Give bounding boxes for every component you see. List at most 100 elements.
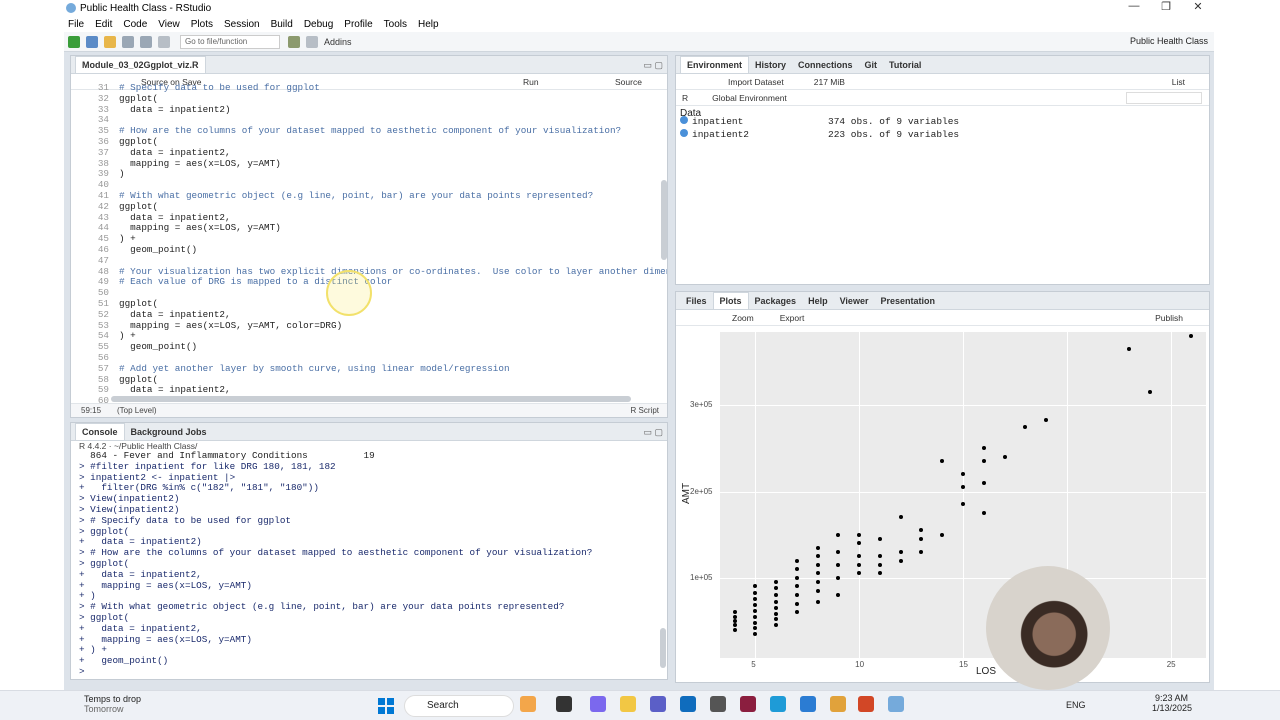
print-icon[interactable] <box>158 35 170 48</box>
tab-help[interactable]: Help <box>802 293 834 309</box>
menu-profile[interactable]: Profile <box>344 19 372 30</box>
onedrive-icon[interactable] <box>800 696 816 712</box>
save-icon[interactable] <box>122 35 134 48</box>
menu-code[interactable]: Code <box>123 19 147 30</box>
file-type[interactable]: R Script <box>631 406 659 415</box>
expand-icon[interactable] <box>680 116 688 124</box>
new-project-icon[interactable] <box>86 35 98 48</box>
save-all-icon[interactable] <box>140 35 152 48</box>
tab-viewer[interactable]: Viewer <box>834 293 875 309</box>
env-search-input[interactable] <box>1126 91 1202 104</box>
tab-history[interactable]: History <box>749 57 792 73</box>
menu-help[interactable]: Help <box>418 19 439 30</box>
code-line[interactable]: mapping = aes(x=LOS, y=AMT) <box>119 158 281 170</box>
task-view-icon[interactable] <box>556 696 572 712</box>
code-area[interactable]: 31 # Specify data to be used for ggplot 32… <box>71 83 667 403</box>
tab-tutorial[interactable]: Tutorial <box>883 57 927 73</box>
pane-maximize-icon[interactable]: ▭ ▢ <box>643 60 663 71</box>
code-line[interactable]: mapping = aes(x=LOS, y=AMT) <box>119 223 281 234</box>
chrome-icon[interactable] <box>830 696 846 712</box>
code-line[interactable]: # Add yet another layer by smooth curve,… <box>119 363 510 375</box>
data-point <box>857 541 862 546</box>
code-line[interactable]: data = inpatient2) <box>119 104 230 116</box>
data-point <box>981 511 986 516</box>
clock[interactable]: 9:23 AM 1/13/2025 <box>1152 693 1192 713</box>
open-file-icon[interactable] <box>104 35 116 48</box>
data-point <box>815 562 820 567</box>
code-line[interactable]: data = inpatient2, <box>119 385 230 396</box>
close-button[interactable]: ✕ <box>1182 0 1214 13</box>
tab-background-jobs[interactable]: Background Jobs <box>125 424 213 440</box>
addins-menu[interactable]: Addins <box>324 37 352 47</box>
powerpoint-icon[interactable] <box>858 696 874 712</box>
app-icon-2[interactable] <box>740 696 756 712</box>
tab-presentation[interactable]: Presentation <box>874 293 941 309</box>
rstudio-taskbar-icon[interactable] <box>888 696 904 712</box>
data-point <box>919 528 924 533</box>
tab-plots[interactable]: Plots <box>712 292 749 309</box>
minimize-button[interactable]: — <box>1118 0 1150 13</box>
app-icon[interactable] <box>710 696 726 712</box>
data-point <box>981 446 986 451</box>
menu-view[interactable]: View <box>158 19 180 30</box>
editor-tab[interactable]: Module_03_02Ggplot_viz.R <box>75 56 206 73</box>
view-mode-dropdown[interactable]: List <box>1172 77 1185 87</box>
pane-maximize-icon[interactable]: ▭ ▢ <box>643 427 663 438</box>
tab-connections[interactable]: Connections <box>792 57 859 73</box>
tab-git[interactable]: Git <box>859 57 884 73</box>
code-line[interactable]: data = inpatient2, <box>119 309 230 321</box>
tab-packages[interactable]: Packages <box>749 293 803 309</box>
git-icon[interactable] <box>288 35 300 48</box>
maximize-button[interactable]: ❐ <box>1150 0 1182 13</box>
code-line[interactable]: mapping = aes(x=LOS, y=AMT, color=DRG) <box>119 320 342 332</box>
code-line[interactable]: ggplot( <box>119 93 158 105</box>
code-line[interactable]: ) <box>119 169 125 180</box>
input-language[interactable]: ENG <box>1066 700 1086 710</box>
memory-usage[interactable]: 217 MiB <box>814 77 845 87</box>
console-scrollbar[interactable] <box>660 628 666 668</box>
tab-environment[interactable]: Environment <box>680 56 750 73</box>
zoom-button[interactable]: Zoom <box>732 313 754 323</box>
teams-icon[interactable] <box>650 696 666 712</box>
code-line[interactable]: data = inpatient2, <box>119 147 230 159</box>
publish-button[interactable]: Publish <box>1155 313 1183 323</box>
tab-files[interactable]: Files <box>680 293 713 309</box>
menu-session[interactable]: Session <box>224 19 260 30</box>
outlook-icon[interactable] <box>680 696 696 712</box>
env-row-inpatient2[interactable]: inpatient2 223 obs. of 9 variables <box>680 129 959 140</box>
console-output[interactable]: 864 - Fever and Inflammatory Conditions … <box>71 451 663 677</box>
environment-scope-dropdown[interactable]: Global Environment <box>712 93 787 103</box>
editor-scrollbar[interactable] <box>661 180 667 260</box>
menu-debug[interactable]: Debug <box>304 19 333 30</box>
code-line[interactable]: ggplot( <box>119 201 158 213</box>
language-dropdown[interactable]: R <box>682 93 688 103</box>
menu-file[interactable]: File <box>68 19 84 30</box>
env-row-inpatient[interactable]: inpatient 374 obs. of 9 variables <box>680 116 959 127</box>
expand-icon[interactable] <box>680 129 688 137</box>
widgets-icon[interactable] <box>520 696 536 712</box>
import-dataset-button[interactable]: Import Dataset <box>728 77 784 87</box>
project-menu[interactable]: Public Health Class <box>1130 36 1208 46</box>
code-line[interactable]: geom_point() <box>119 244 197 256</box>
editor-hscrollbar[interactable] <box>111 396 631 402</box>
start-icon[interactable] <box>378 698 394 714</box>
taskbar-search[interactable]: Search <box>404 695 514 717</box>
menu-tools[interactable]: Tools <box>384 19 407 30</box>
copilot-icon[interactable] <box>590 696 606 712</box>
scope-indicator[interactable]: (Top Level) <box>117 406 157 415</box>
menu-edit[interactable]: Edit <box>95 19 112 30</box>
edge-icon[interactable] <box>770 696 786 712</box>
code-line[interactable]: # With what geometric object (e.g line, … <box>119 190 593 202</box>
new-file-icon[interactable] <box>68 35 80 48</box>
file-explorer-icon[interactable] <box>620 696 636 712</box>
menu-build[interactable]: Build <box>271 19 293 30</box>
goto-file-input[interactable]: Go to file/function <box>180 34 280 49</box>
data-point <box>1127 347 1132 352</box>
menu-plots[interactable]: Plots <box>191 19 213 30</box>
code-line[interactable]: # How are the columns of your dataset ma… <box>119 125 621 137</box>
weather-widget[interactable]: Temps to drop Tomorrow <box>84 694 141 714</box>
code-line[interactable]: geom_point() <box>119 341 197 353</box>
tab-console[interactable]: Console <box>75 423 125 440</box>
export-button[interactable]: Export <box>780 313 805 323</box>
workspace-panes-icon[interactable] <box>306 35 318 48</box>
